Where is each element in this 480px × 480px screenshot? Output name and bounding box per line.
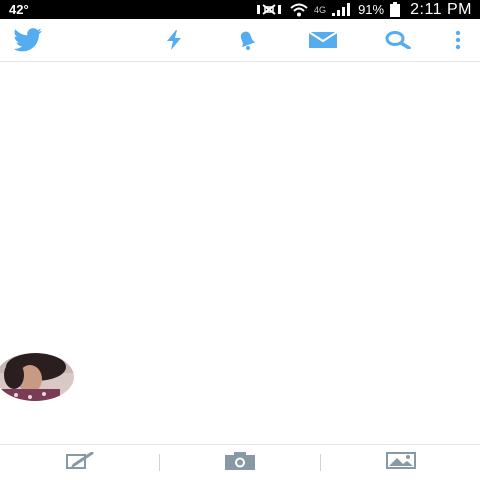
image-icon xyxy=(385,452,416,474)
search-icon[interactable] xyxy=(385,29,411,51)
twitter-bird-icon[interactable] xyxy=(13,28,45,52)
camera-icon xyxy=(225,451,255,475)
status-indicators: 4G 91% 2:11 PM xyxy=(254,0,472,19)
compose-bar xyxy=(0,444,480,480)
overflow-menu-icon[interactable] xyxy=(447,29,469,51)
bell-icon[interactable] xyxy=(236,29,258,51)
mute-vibrate-icon xyxy=(254,3,284,16)
battery-percent: 91% xyxy=(358,2,385,17)
signal-strength-icon xyxy=(332,3,351,16)
action-bar xyxy=(0,19,480,62)
status-bar: 42° 4G 91% 2:11 PM xyxy=(0,0,480,19)
envelope-icon[interactable] xyxy=(309,29,337,51)
status-time: 2:11 PM xyxy=(410,0,472,18)
status-temperature: 42° xyxy=(9,2,29,17)
timeline-feed[interactable] xyxy=(0,62,480,444)
compose-tweet-button[interactable] xyxy=(0,445,159,480)
twitter-home-screen: 42° 4G 91% 2:11 PM xyxy=(0,0,480,480)
wifi-icon xyxy=(290,3,308,17)
compose-tweet-icon xyxy=(65,451,94,475)
lightning-icon[interactable] xyxy=(163,29,185,51)
image-button[interactable] xyxy=(321,445,480,480)
battery-icon xyxy=(390,2,401,17)
network-type-label: 4G xyxy=(314,4,327,15)
camera-button[interactable] xyxy=(160,445,320,480)
